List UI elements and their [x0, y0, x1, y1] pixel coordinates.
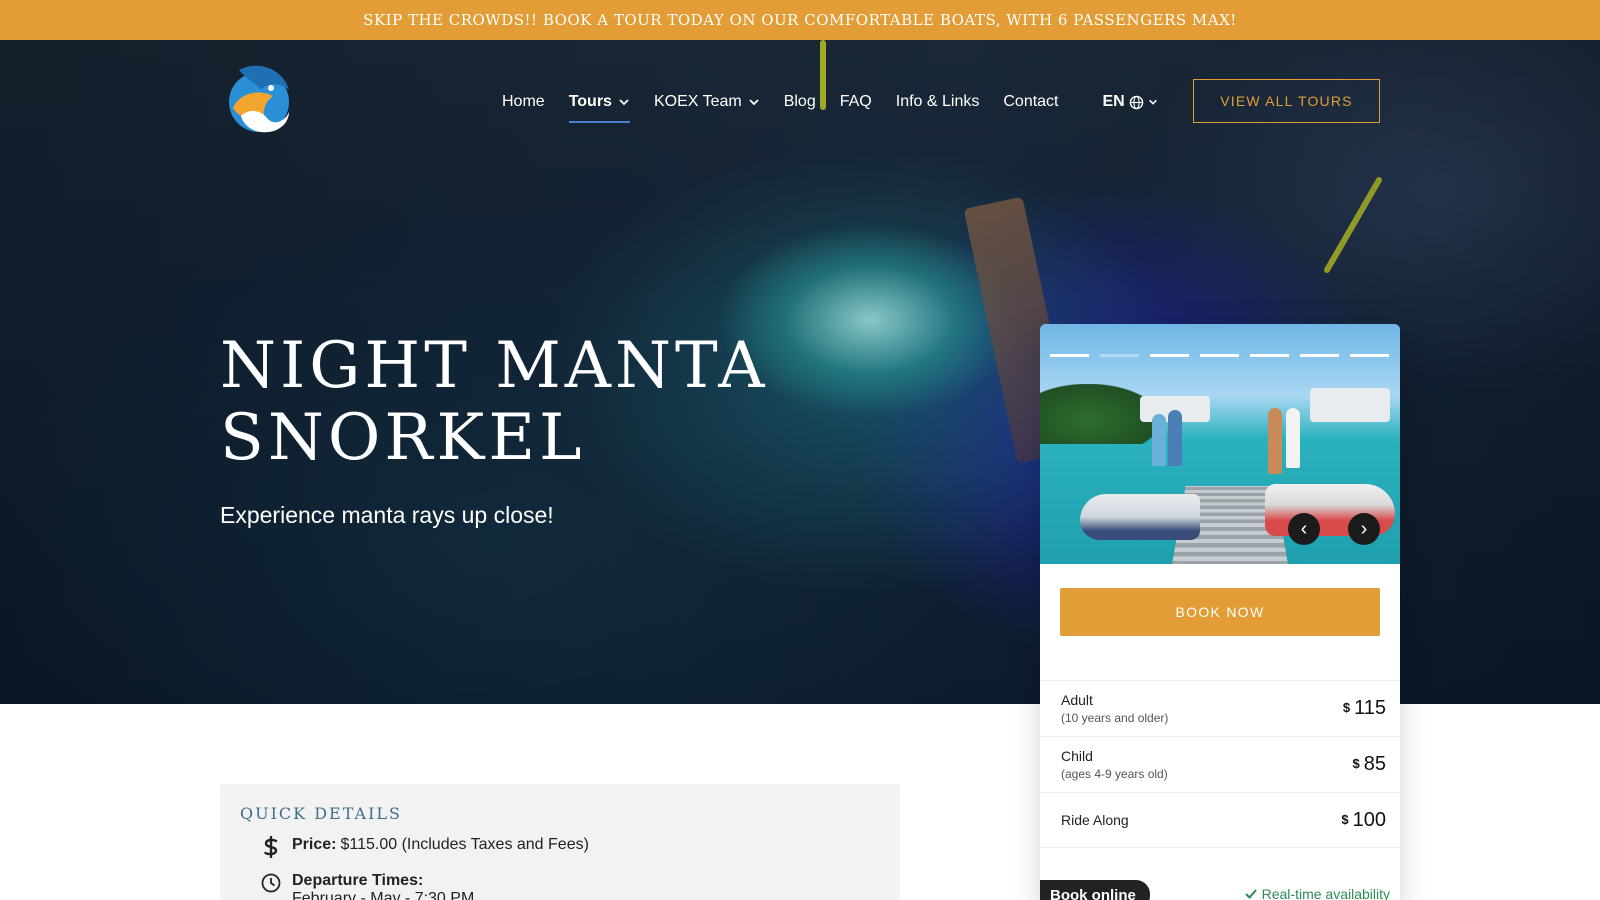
- chevron-down-icon: [1148, 99, 1157, 105]
- realtime-label: Real-time availability: [1261, 886, 1390, 900]
- gallery-photo-boat: [1080, 494, 1200, 540]
- chevron-down-icon: [749, 99, 759, 106]
- gallery-prev-button[interactable]: ‹: [1288, 513, 1320, 545]
- price-row-text: Child (ages 4-9 years old): [1061, 748, 1168, 781]
- nav-label: Home: [502, 93, 545, 110]
- price-note: (10 years and older): [1061, 711, 1169, 725]
- gallery-progress-segment: [1150, 354, 1189, 357]
- gallery-photo-person: [1168, 410, 1182, 466]
- language-selector[interactable]: EN: [1103, 93, 1158, 111]
- nav-item-tours[interactable]: Tours: [568, 90, 631, 123]
- main-nav: Home Tours KOEX Team Blog FAQ Info & Lin…: [502, 90, 1158, 123]
- price-row-text: Ride Along: [1061, 812, 1129, 828]
- checkmark-icon: [1244, 889, 1257, 899]
- price-detail: Price: $115.00 (Includes Taxes and Fees): [292, 836, 589, 854]
- gallery-photo-person: [1152, 414, 1166, 466]
- dollar-icon: [260, 836, 282, 858]
- gallery-progress-segment: [1250, 354, 1289, 357]
- price-value: $100: [1341, 809, 1386, 832]
- gallery-progress-segment: [1100, 354, 1139, 357]
- currency-symbol: $: [1342, 700, 1351, 715]
- gallery-progress-segment: [1200, 354, 1239, 357]
- announcement-bar: SKIP THE CROWDS!! BOOK A TOUR TODAY ON O…: [0, 0, 1600, 40]
- nav-item-info-links[interactable]: Info & Links: [896, 90, 980, 114]
- gallery-progress-segment: [1300, 354, 1339, 357]
- price-row-text: Adult (10 years and older): [1061, 692, 1168, 725]
- gallery-photo-person: [1268, 408, 1282, 474]
- nav-label: Blog: [783, 93, 816, 110]
- price-value: $115: [1343, 697, 1386, 720]
- gallery-photo-boat: [1310, 388, 1390, 422]
- globe-icon: [1129, 95, 1144, 109]
- departure-detail: Departure Times: February - May - 7:30 P…: [292, 872, 474, 900]
- nav-item-home[interactable]: Home: [502, 90, 545, 114]
- quick-details-panel: Quick Details Price: $115.00 (Includes Ta…: [220, 784, 900, 900]
- nav-label: Info & Links: [895, 93, 980, 110]
- nav-item-faq[interactable]: FAQ: [840, 90, 872, 114]
- book-now-button[interactable]: BOOK NOW: [1060, 588, 1380, 636]
- price-amount: 115: [1354, 697, 1386, 719]
- price-row-adult: Adult (10 years and older) $115: [1040, 680, 1400, 736]
- nav-label: KOEX Team: [653, 93, 742, 110]
- currency-symbol: $: [1352, 756, 1360, 771]
- chevron-left-icon: ‹: [1300, 518, 1308, 540]
- booking-widget: ‹ › BOOK NOW Adult (10 years and older) …: [1040, 324, 1400, 900]
- chevron-right-icon: ›: [1360, 518, 1368, 540]
- price-note: (ages 4-9 years old): [1061, 767, 1168, 781]
- price-label: Child: [1061, 748, 1093, 764]
- realtime-availability: Real-time availability: [1244, 886, 1390, 900]
- departure-detail-value: February - May - 7:30 PM: [292, 890, 475, 900]
- tour-photo-gallery[interactable]: ‹ ›: [1040, 324, 1400, 564]
- hero-subtitle: Experience manta rays up close!: [220, 502, 554, 528]
- price-row-ride-along: Ride Along $100: [1040, 792, 1400, 848]
- quick-details-title: Quick Details: [240, 804, 402, 823]
- price-row-child: Child (ages 4-9 years old) $85: [1040, 736, 1400, 792]
- price-amount: 100: [1352, 808, 1386, 831]
- gallery-photo-person: [1286, 408, 1300, 468]
- dolphin-wave-logo-icon: [229, 65, 289, 133]
- page-title: Night Manta Snorkel: [220, 329, 769, 475]
- nav-item-blog[interactable]: Blog: [784, 90, 816, 114]
- price-label: Ride Along: [1061, 812, 1129, 828]
- view-all-tours-button[interactable]: VIEW ALL TOURS: [1193, 79, 1380, 123]
- gallery-progress-segment: [1350, 354, 1389, 357]
- nav-label: Contact: [1003, 93, 1059, 110]
- price-amount: 85: [1363, 753, 1386, 775]
- chevron-down-icon: [619, 99, 629, 106]
- quick-details-departure: Departure Times: February - May - 7:30 P…: [260, 872, 474, 900]
- clock-icon: [260, 872, 282, 894]
- language-code: EN: [1102, 93, 1125, 110]
- price-detail-label: Price:: [292, 836, 337, 853]
- price-label: Adult: [1061, 692, 1093, 708]
- quick-details-price: Price: $115.00 (Includes Taxes and Fees): [260, 836, 589, 858]
- nav-item-koex-team[interactable]: KOEX Team: [654, 90, 760, 114]
- price-value: $85: [1353, 753, 1386, 776]
- announcement-text: SKIP THE CROWDS!! BOOK A TOUR TODAY ON O…: [363, 11, 1237, 29]
- gallery-next-button[interactable]: ›: [1348, 513, 1380, 545]
- nav-label: FAQ: [839, 93, 872, 110]
- site-logo[interactable]: [227, 60, 297, 136]
- book-online-badge[interactable]: Book online: [1040, 880, 1150, 900]
- departure-detail-label: Departure Times:: [292, 872, 424, 889]
- gallery-progress-segment: [1050, 354, 1089, 357]
- currency-symbol: $: [1341, 811, 1349, 827]
- nav-item-contact[interactable]: Contact: [1003, 90, 1058, 114]
- price-detail-value: $115.00 (Includes Taxes and Fees): [340, 836, 589, 853]
- nav-label: Tours: [568, 93, 612, 110]
